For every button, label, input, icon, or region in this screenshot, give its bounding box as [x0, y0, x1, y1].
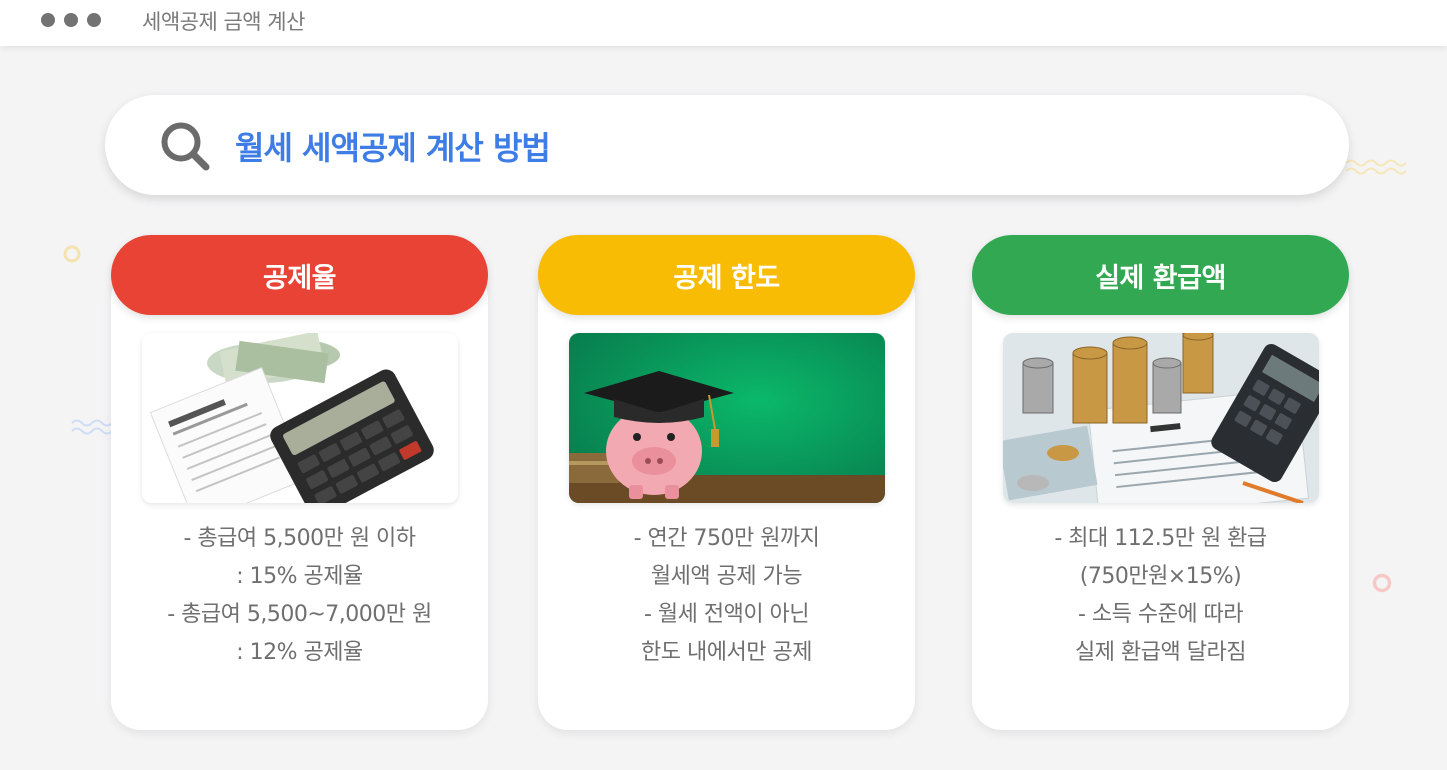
decorative-wave-right — [1345, 159, 1407, 175]
search-bar[interactable]: 월세 세액공제 계산 방법 — [105, 95, 1349, 195]
card-line: : 15% 공제율 — [236, 564, 363, 589]
search-icon[interactable] — [158, 119, 214, 175]
card-line: - 최대 112.5만 원 환급 — [1054, 526, 1267, 551]
card-line: - 월세 전액이 아닌 — [643, 602, 810, 627]
card-line: : 12% 공제율 — [236, 640, 363, 665]
window-dot-2[interactable] — [64, 13, 78, 27]
card-line: - 총급여 5,500~7,000만 원 — [167, 602, 432, 627]
card-header-actual-refund: 실제 환급액 — [972, 235, 1349, 315]
window-title: 세액공제 금액 계산 — [142, 10, 305, 34]
window-dot-1[interactable] — [41, 13, 55, 27]
decorative-circle-left — [63, 245, 81, 263]
card-header-deduction-rate: 공제율 — [111, 235, 488, 315]
search-query-text[interactable]: 월세 세액공제 계산 방법 — [235, 123, 551, 169]
card-line: (750만원×15%) — [1079, 564, 1242, 589]
card-line: 한도 내에서만 공제 — [641, 640, 812, 665]
window-title-bar: 세액공제 금액 계산 — [0, 0, 1447, 46]
card-text-actual-refund: - 최대 112.5만 원 환급 (750만원×15%) - 소득 수준에 따라… — [972, 520, 1349, 672]
card-text-deduction-rate: - 총급여 5,500만 원 이하 : 15% 공제율 - 총급여 5,500~… — [111, 520, 488, 672]
card-line: 월세액 공제 가능 — [650, 564, 803, 589]
card-line: - 총급여 5,500만 원 이하 — [183, 526, 416, 551]
card-line: 실제 환급액 달라짐 — [1075, 640, 1246, 665]
coins-calculator-image — [1003, 333, 1319, 503]
calculator-tax-credit-image — [142, 333, 458, 503]
card-line: - 연간 750만 원까지 — [633, 526, 820, 551]
decorative-circle-right — [1372, 573, 1392, 593]
decorative-wave-left — [71, 419, 113, 435]
window-dot-3[interactable] — [87, 13, 101, 27]
card-header-deduction-limit: 공제 한도 — [538, 235, 915, 315]
piggy-bank-image — [569, 333, 885, 503]
card-line: - 소득 수준에 따라 — [1077, 602, 1244, 627]
window-controls — [41, 13, 101, 27]
card-text-deduction-limit: - 연간 750만 원까지 월세액 공제 가능 - 월세 전액이 아닌 한도 내… — [538, 520, 915, 672]
